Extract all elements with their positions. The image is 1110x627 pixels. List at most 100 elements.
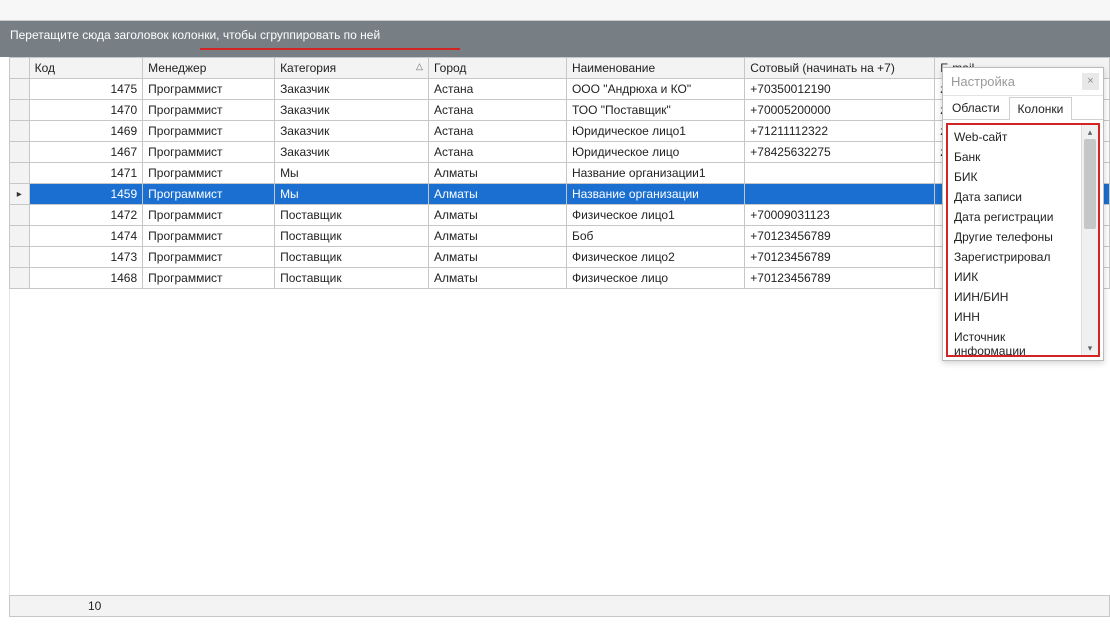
cell-city[interactable]: Алматы bbox=[428, 184, 566, 205]
customization-panel[interactable]: Настройка × Области Колонки Web-сайтБанк… bbox=[942, 67, 1104, 361]
cell-phone[interactable]: +71211112322 bbox=[745, 121, 935, 142]
cell-category[interactable]: Поставщик bbox=[275, 226, 429, 247]
cell-code[interactable]: 1471 bbox=[29, 163, 143, 184]
field-chooser-item[interactable]: Web-сайт bbox=[948, 127, 1081, 147]
cell-manager[interactable]: Программист bbox=[143, 184, 275, 205]
cell-name[interactable]: Юридическое лицо1 bbox=[566, 121, 744, 142]
cell-category[interactable]: Мы bbox=[275, 184, 429, 205]
field-chooser-item[interactable]: ИИН/БИН bbox=[948, 287, 1081, 307]
col-header-city[interactable]: Город bbox=[428, 58, 566, 79]
cell-manager[interactable]: Программист bbox=[143, 205, 275, 226]
cell-code[interactable]: 1475 bbox=[29, 79, 143, 100]
cell-name[interactable]: Физическое лицо1 bbox=[566, 205, 744, 226]
field-chooser-item[interactable]: Зарегистрировал bbox=[948, 247, 1081, 267]
cell-name[interactable]: Название организации1 bbox=[566, 163, 744, 184]
field-chooser-item[interactable]: Другие телефоны bbox=[948, 227, 1081, 247]
cell-code[interactable]: 1459 bbox=[29, 184, 143, 205]
tab-areas[interactable]: Области bbox=[943, 96, 1009, 119]
cell-manager[interactable]: Программист bbox=[143, 100, 275, 121]
group-by-panel[interactable]: Перетащите сюда заголовок колонки, чтобы… bbox=[0, 21, 1110, 57]
cell-phone[interactable]: +78425632275 bbox=[745, 142, 935, 163]
cell-name[interactable]: Физическое лицо2 bbox=[566, 247, 744, 268]
sort-indicator-icon: △ bbox=[416, 61, 423, 72]
cell-city[interactable]: Алматы bbox=[428, 226, 566, 247]
scroll-down-icon[interactable]: ▾ bbox=[1082, 341, 1098, 355]
field-chooser-item[interactable]: Банк bbox=[948, 147, 1081, 167]
cell-manager[interactable]: Программист bbox=[143, 121, 275, 142]
field-chooser-item[interactable]: БИК bbox=[948, 167, 1081, 187]
cell-city[interactable]: Алматы bbox=[428, 247, 566, 268]
cell-category[interactable]: Поставщик bbox=[275, 247, 429, 268]
cell-city[interactable]: Астана bbox=[428, 142, 566, 163]
cell-manager[interactable]: Программист bbox=[143, 226, 275, 247]
cell-phone[interactable]: +70123456789 bbox=[745, 226, 935, 247]
cell-city[interactable]: Алматы bbox=[428, 268, 566, 289]
cell-phone[interactable]: +70123456789 bbox=[745, 268, 935, 289]
cell-manager[interactable]: Программист bbox=[143, 247, 275, 268]
scrollbar[interactable]: ▴ ▾ bbox=[1081, 125, 1098, 355]
cell-category[interactable]: Заказчик bbox=[275, 121, 429, 142]
cell-code[interactable]: 1473 bbox=[29, 247, 143, 268]
cell-code[interactable]: 1474 bbox=[29, 226, 143, 247]
field-chooser-item[interactable]: Дата регистрации bbox=[948, 207, 1081, 227]
row-count: 10 bbox=[88, 599, 101, 613]
cell-name[interactable]: ООО "Андрюха и КО" bbox=[566, 79, 744, 100]
col-header-phone[interactable]: Сотовый (начинать на +7) bbox=[745, 58, 935, 79]
tab-columns[interactable]: Колонки bbox=[1009, 97, 1073, 120]
col-header-code[interactable]: Код bbox=[29, 58, 143, 79]
cell-category[interactable]: Заказчик bbox=[275, 100, 429, 121]
cell-code[interactable]: 1470 bbox=[29, 100, 143, 121]
cell-city[interactable]: Астана bbox=[428, 79, 566, 100]
scroll-up-icon[interactable]: ▴ bbox=[1082, 125, 1098, 139]
row-indicator-cell bbox=[10, 121, 30, 142]
customization-header[interactable]: Настройка × bbox=[943, 68, 1103, 96]
cell-name[interactable]: ТОО "Поставщик" bbox=[566, 100, 744, 121]
field-chooser-item[interactable]: ИИК bbox=[948, 267, 1081, 287]
customization-field-list[interactable]: Web-сайтБанкБИКДата записиДата регистрац… bbox=[948, 125, 1081, 355]
close-icon[interactable]: × bbox=[1082, 73, 1099, 90]
cell-manager[interactable]: Программист bbox=[143, 142, 275, 163]
cell-phone[interactable]: +70009031123 bbox=[745, 205, 935, 226]
cell-phone[interactable]: +70005200000 bbox=[745, 100, 935, 121]
row-indicator-cell: ▸ bbox=[10, 184, 30, 205]
cell-manager[interactable]: Программист bbox=[143, 79, 275, 100]
group-by-panel-text: Перетащите сюда заголовок колонки, чтобы… bbox=[10, 28, 380, 42]
cell-manager[interactable]: Программист bbox=[143, 163, 275, 184]
cell-code[interactable]: 1467 bbox=[29, 142, 143, 163]
cell-city[interactable]: Астана bbox=[428, 121, 566, 142]
field-chooser-item[interactable]: Источник информации bbox=[948, 327, 1081, 355]
cell-name[interactable]: Физическое лицо bbox=[566, 268, 744, 289]
cell-name[interactable]: Название организации bbox=[566, 184, 744, 205]
field-chooser-item[interactable]: ИНН bbox=[948, 307, 1081, 327]
row-indicator-cell bbox=[10, 268, 30, 289]
cell-category[interactable]: Мы bbox=[275, 163, 429, 184]
cell-name[interactable]: Боб bbox=[566, 226, 744, 247]
cell-phone[interactable] bbox=[745, 184, 935, 205]
col-header-manager[interactable]: Менеджер bbox=[143, 58, 275, 79]
col-header-name-label: Наименование bbox=[572, 61, 655, 75]
toolbar-strip bbox=[0, 0, 1110, 21]
row-indicator-cell bbox=[10, 205, 30, 226]
cell-category[interactable]: Поставщик bbox=[275, 205, 429, 226]
row-indicator-cell bbox=[10, 163, 30, 184]
cell-code[interactable]: 1472 bbox=[29, 205, 143, 226]
col-header-category[interactable]: Категория△ bbox=[275, 58, 429, 79]
cell-category[interactable]: Заказчик bbox=[275, 79, 429, 100]
cell-phone[interactable]: +70350012190 bbox=[745, 79, 935, 100]
cell-category[interactable]: Поставщик bbox=[275, 268, 429, 289]
cell-city[interactable]: Алматы bbox=[428, 163, 566, 184]
cell-phone[interactable] bbox=[745, 163, 935, 184]
col-header-city-label: Город bbox=[434, 61, 466, 75]
cell-code[interactable]: 1469 bbox=[29, 121, 143, 142]
scroll-thumb[interactable] bbox=[1084, 139, 1096, 229]
cell-city[interactable]: Алматы bbox=[428, 205, 566, 226]
cell-name[interactable]: Юридическое лицо bbox=[566, 142, 744, 163]
col-header-name[interactable]: Наименование bbox=[566, 58, 744, 79]
field-chooser-item[interactable]: Дата записи bbox=[948, 187, 1081, 207]
grid-footer: 10 bbox=[9, 595, 1110, 617]
cell-city[interactable]: Астана bbox=[428, 100, 566, 121]
cell-manager[interactable]: Программист bbox=[143, 268, 275, 289]
cell-phone[interactable]: +70123456789 bbox=[745, 247, 935, 268]
cell-category[interactable]: Заказчик bbox=[275, 142, 429, 163]
cell-code[interactable]: 1468 bbox=[29, 268, 143, 289]
